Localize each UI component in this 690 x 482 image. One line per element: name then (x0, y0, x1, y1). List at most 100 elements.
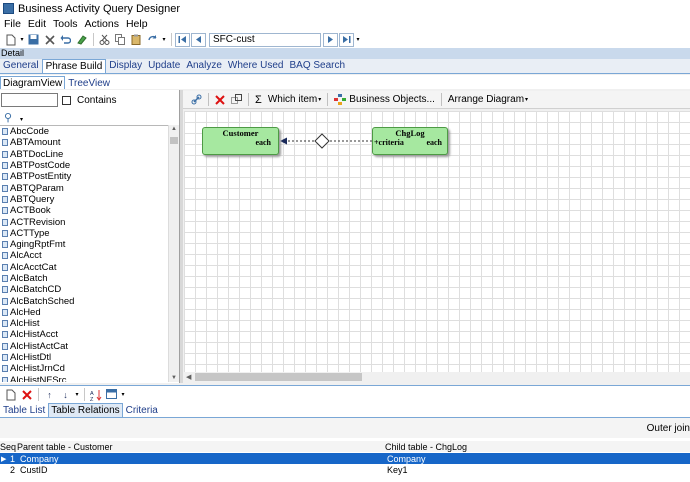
undo-icon[interactable] (58, 33, 73, 47)
tab-update[interactable]: Update (145, 59, 183, 73)
select-tool-icon[interactable] (231, 94, 242, 105)
list-item[interactable]: ABTDocLine (0, 149, 168, 160)
contains-checkbox[interactable] (62, 96, 71, 105)
tab-table-list[interactable]: Table List (0, 403, 48, 417)
tab-phrase-build[interactable]: Phrase Build (41, 59, 107, 73)
last-record-icon[interactable] (339, 32, 354, 47)
menu-actions[interactable]: Actions (85, 18, 119, 30)
list-item[interactable]: AlcHistJrnCd (0, 363, 168, 374)
column-header-seq[interactable]: Seq (0, 442, 16, 452)
tab-diagram-view[interactable]: DiagramView (0, 76, 66, 89)
scroll-left-icon[interactable]: ◀ (186, 373, 191, 381)
business-objects-button[interactable]: Business Objects... (334, 94, 435, 105)
tab-general[interactable]: General (0, 59, 42, 73)
list-item[interactable]: ABTQuery (0, 194, 168, 205)
next-record-icon[interactable] (323, 32, 338, 47)
list-item[interactable]: ABTAmount (0, 137, 168, 148)
list-item[interactable]: ACTType (0, 228, 168, 239)
toolbar-divider (248, 93, 249, 106)
list-item[interactable]: ABTPostEntity (0, 171, 168, 182)
row-parent-field[interactable]: CustID (20, 465, 48, 475)
list-item[interactable]: ACTBook (0, 205, 168, 216)
diagram-canvas[interactable]: Customer each ChgLog +criteria each (184, 111, 690, 372)
link-icon[interactable] (191, 94, 202, 105)
list-item[interactable]: AlcAcctCat (0, 262, 168, 273)
list-item[interactable]: AbcCode (0, 126, 168, 137)
row-child-field[interactable]: Key1 (387, 465, 408, 475)
record-id-field[interactable]: SFC-cust (209, 32, 321, 47)
tab-baq-search[interactable]: BAQ Search (286, 59, 348, 73)
scroll-thumb[interactable] (195, 373, 362, 381)
sigma-icon[interactable]: Σ (255, 94, 262, 106)
table-search-input[interactable] (1, 93, 58, 107)
menu-file[interactable]: File (4, 18, 21, 30)
table-name: AlcHistJrnCd (10, 363, 65, 375)
cut-icon[interactable] (97, 33, 112, 47)
tab-analyze[interactable]: Analyze (183, 59, 225, 73)
move-up-icon[interactable]: ↑ (42, 388, 57, 402)
list-item[interactable]: AgingRptFmt (0, 239, 168, 250)
list-item[interactable]: AlcBatchSched (0, 295, 168, 307)
list-item[interactable]: AlcBatch (0, 273, 168, 284)
list-item[interactable]: ACTRevision (0, 216, 168, 228)
save-icon[interactable] (26, 33, 41, 47)
list-item[interactable]: AlcHist (0, 318, 168, 329)
scroll-thumb[interactable] (170, 137, 178, 144)
list-item[interactable]: ABTQParam (0, 182, 168, 194)
row-child-field[interactable]: Company (387, 454, 426, 464)
refresh-dropdown-icon[interactable]: ▾ (161, 33, 167, 47)
list-item[interactable]: AlcHistDtl (0, 352, 168, 363)
new-relation-icon[interactable] (3, 388, 18, 402)
list-item[interactable]: AlcHed (0, 307, 168, 318)
attach-icon[interactable]: ⚲ (4, 111, 12, 124)
table-row[interactable]: ▶ 1 Company Company (0, 453, 690, 464)
clear-icon[interactable] (74, 33, 89, 47)
list-item[interactable]: ABTPostCode (0, 160, 168, 171)
panel-splitter[interactable] (180, 90, 183, 383)
column-header-parent[interactable]: Parent table - Customer (17, 442, 113, 452)
previous-record-icon[interactable] (191, 32, 206, 47)
arrange-diagram-button[interactable]: Arrange Diagram ▾ (448, 94, 528, 105)
scroll-down-icon[interactable]: ▼ (171, 375, 177, 381)
move-dropdown-icon[interactable]: ▾ (74, 388, 80, 402)
refresh-icon[interactable] (145, 33, 160, 47)
first-record-icon[interactable] (175, 32, 190, 47)
diagram-horizontal-scrollbar[interactable]: ◀ (184, 372, 690, 382)
menu-help[interactable]: Help (126, 18, 148, 30)
table-node-chglog[interactable]: ChgLog +criteria each (372, 127, 448, 155)
grid-options-dropdown-icon[interactable]: ▾ (120, 388, 126, 402)
dropdown-arrow-icon[interactable]: ▾ (19, 33, 25, 47)
tab-tree-view[interactable]: TreeView (65, 76, 113, 89)
column-header-child[interactable]: Child table - ChgLog (385, 442, 467, 452)
attach-dropdown-icon[interactable]: ▾ (20, 116, 23, 123)
copy-icon[interactable] (113, 33, 128, 47)
table-row[interactable]: 2 CustID Key1 (0, 464, 690, 475)
move-down-icon[interactable]: ↓ (58, 388, 73, 402)
delete-relation-icon[interactable] (19, 388, 34, 402)
which-item-button[interactable]: Which item ▾ (268, 94, 321, 105)
business-objects-label: Business Objects... (349, 94, 435, 105)
list-item[interactable]: AlcHistActCat (0, 341, 168, 352)
remove-table-icon[interactable] (215, 94, 225, 105)
table-node-customer[interactable]: Customer each (202, 127, 279, 155)
sort-icon[interactable]: AZ (88, 388, 103, 402)
tab-display[interactable]: Display (106, 59, 145, 73)
delete-icon[interactable] (42, 33, 57, 47)
table-list-scrollbar[interactable]: ▲ ▼ (168, 125, 179, 382)
row-parent-field[interactable]: Company (20, 454, 59, 464)
list-item[interactable]: AlcAcct (0, 250, 168, 261)
toolbar-overflow-icon[interactable]: ▾ (355, 33, 361, 47)
diagram-toolbar: Σ Which item ▾ Business Objects... Arrang… (183, 91, 690, 109)
scroll-up-icon[interactable]: ▲ (171, 126, 177, 132)
tab-table-relations[interactable]: Table Relations (48, 403, 123, 417)
tab-criteria[interactable]: Criteria (123, 403, 161, 417)
tab-where-used[interactable]: Where Used (225, 59, 287, 73)
new-icon[interactable] (3, 33, 18, 47)
list-item[interactable]: AlcHistNFSrc (0, 375, 168, 382)
menu-edit[interactable]: Edit (28, 18, 46, 30)
menu-tools[interactable]: Tools (53, 18, 78, 30)
paste-icon[interactable] (129, 33, 144, 47)
list-item[interactable]: AlcHistAcct (0, 329, 168, 340)
list-item[interactable]: AlcBatchCD (0, 284, 168, 295)
grid-options-icon[interactable] (104, 388, 119, 402)
